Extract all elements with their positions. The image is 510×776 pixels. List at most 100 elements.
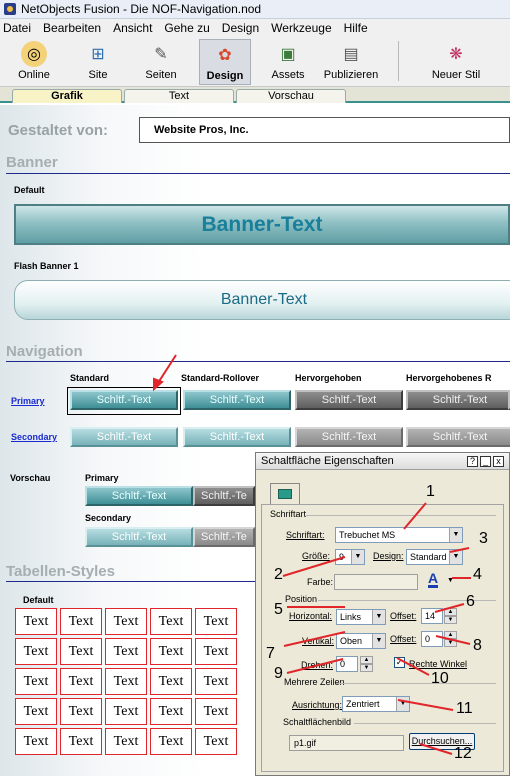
tab-vorschau[interactable]: Vorschau bbox=[236, 89, 346, 103]
table-cell: Text bbox=[150, 728, 192, 755]
design-button[interactable]: ✿ Design bbox=[199, 39, 251, 85]
rechte-winkel-label: Rechte Winkel bbox=[409, 659, 468, 669]
primary-highlight-button[interactable]: Schltf.-Text bbox=[295, 390, 403, 410]
alignment-select[interactable]: Zentriert ▼ bbox=[342, 696, 410, 712]
table-cell: Text bbox=[15, 638, 57, 665]
annotation-number: 11 bbox=[456, 700, 473, 717]
help-button[interactable]: ? bbox=[467, 456, 478, 467]
site-icon: ⊞ bbox=[91, 46, 105, 63]
image-path-field[interactable]: p1.gif bbox=[289, 735, 404, 751]
table-cell: Text bbox=[195, 698, 237, 725]
close-button[interactable]: x bbox=[493, 456, 504, 467]
site-button[interactable]: ⊞ Site bbox=[72, 39, 124, 85]
offset-v-label: Offset: bbox=[390, 634, 417, 644]
menu-bar: Datei Bearbeiten Ansicht Gehe zu Design … bbox=[0, 19, 510, 37]
preview-secondary-button[interactable]: Schltf.-Text bbox=[85, 527, 193, 547]
group-divider bbox=[336, 683, 496, 684]
offset-h-label: Offset: bbox=[390, 611, 417, 621]
primary-link[interactable]: Primary bbox=[11, 396, 45, 406]
secondary-highlight-rollover-button[interactable]: Schltf.-Text bbox=[406, 427, 510, 447]
offset-h-stepper[interactable]: ▲ ▼ bbox=[444, 608, 457, 624]
menu-datei[interactable]: Datei bbox=[3, 21, 31, 35]
menu-werkzeuge[interactable]: Werkzeuge bbox=[271, 21, 331, 35]
up-arrow-icon[interactable]: ▲ bbox=[360, 656, 373, 664]
tabellen-heading: Tabellen-Styles bbox=[6, 563, 115, 580]
menu-design[interactable]: Design bbox=[222, 21, 259, 35]
size-select[interactable]: 9 ▼ bbox=[335, 549, 365, 565]
offset-h-input[interactable]: 14 bbox=[421, 608, 443, 624]
button-tab-icon bbox=[278, 489, 292, 499]
rotate-input[interactable]: 0 bbox=[336, 656, 358, 672]
secondary-link[interactable]: Secondary bbox=[11, 432, 57, 442]
vertical-select[interactable]: Oben ▼ bbox=[336, 633, 386, 649]
up-arrow-icon[interactable]: ▲ bbox=[444, 608, 457, 616]
col-standard-rollover: Standard-Rollover bbox=[181, 373, 260, 383]
online-button[interactable]: ◎ Online bbox=[8, 39, 60, 85]
preview-primary-button[interactable]: Schltf.-Text bbox=[85, 486, 193, 506]
company-field[interactable]: Website Pros, Inc. bbox=[139, 117, 510, 143]
color-dropdown-icon[interactable]: ▼ bbox=[447, 577, 454, 584]
table-cell: Text bbox=[195, 668, 237, 695]
toolbar-separator bbox=[398, 41, 399, 81]
primary-standard-button[interactable]: Schltf.-Text bbox=[70, 390, 178, 410]
schaltflaechenbild-group-label: Schaltflächenbild bbox=[283, 717, 352, 727]
new-style-icon: ❋ bbox=[449, 46, 463, 63]
font-color-icon[interactable]: A bbox=[428, 571, 439, 588]
tab-text[interactable]: Text bbox=[124, 89, 234, 103]
chevron-down-icon: ▼ bbox=[449, 528, 462, 542]
color-field[interactable] bbox=[334, 574, 418, 590]
menu-hilfe[interactable]: Hilfe bbox=[344, 21, 368, 35]
secondary-standard-button[interactable]: Schltf.-Text bbox=[70, 427, 178, 447]
down-arrow-icon[interactable]: ▼ bbox=[360, 664, 373, 672]
view-tabs: Grafik Text Vorschau bbox=[0, 87, 510, 103]
menu-bearbeiten[interactable]: Bearbeiten bbox=[43, 21, 101, 35]
table-cell: Text bbox=[60, 668, 102, 695]
right-angle-checkbox[interactable]: ✓ bbox=[394, 657, 405, 668]
table-cell: Text bbox=[15, 698, 57, 725]
main-toolbar: ◎ Online ⊞ Site ✎ Seiten ✿ Design ▣ Asse… bbox=[0, 37, 510, 87]
schriftart-group-label: Schriftart bbox=[270, 509, 307, 519]
offset-v-input[interactable]: 0 bbox=[421, 631, 443, 647]
rotate-stepper[interactable]: ▲ ▼ bbox=[360, 656, 373, 672]
col-standard: Standard bbox=[70, 373, 110, 383]
table-cell: Text bbox=[105, 608, 147, 635]
tab-grafik[interactable]: Grafik bbox=[12, 89, 122, 103]
font-select[interactable]: Trebuchet MS ▼ bbox=[335, 527, 463, 543]
flash-banner[interactable]: Banner-Text bbox=[14, 280, 510, 320]
table-cell: Text bbox=[195, 728, 237, 755]
secondary-highlight-button[interactable]: Schltf.-Text bbox=[295, 427, 403, 447]
neuer-stil-button[interactable]: ❋ Neuer Stil bbox=[428, 39, 484, 85]
chevron-down-icon: ▼ bbox=[449, 550, 462, 564]
design-select[interactable]: Standard ▼ bbox=[406, 549, 463, 565]
table-cell: Text bbox=[150, 698, 192, 725]
menu-ansicht[interactable]: Ansicht bbox=[113, 21, 152, 35]
primary-highlight-rollover-button[interactable]: Schltf.-Text bbox=[406, 390, 510, 410]
minimize-button[interactable]: _ bbox=[480, 456, 491, 467]
up-arrow-icon[interactable]: ▲ bbox=[444, 631, 457, 639]
offset-v-stepper[interactable]: ▲ ▼ bbox=[444, 631, 457, 647]
down-arrow-icon[interactable]: ▼ bbox=[444, 639, 457, 647]
banner-default[interactable]: Banner-Text bbox=[14, 204, 510, 245]
vertikal-label: Vertikal: bbox=[302, 636, 335, 646]
properties-tab[interactable] bbox=[270, 483, 300, 505]
table-default-label: Default bbox=[23, 595, 54, 605]
annotation-number: 8 bbox=[473, 637, 482, 654]
farbe-label: Farbe: bbox=[307, 577, 334, 587]
seiten-button[interactable]: ✎ Seiten bbox=[135, 39, 187, 85]
position-group-label: Position bbox=[285, 594, 318, 604]
annotation-number: 3 bbox=[479, 530, 488, 547]
down-arrow-icon[interactable]: ▼ bbox=[444, 616, 457, 624]
publizieren-button[interactable]: ▤ Publizieren bbox=[322, 39, 380, 85]
secondary-rollover-button[interactable]: Schltf.-Text bbox=[183, 427, 291, 447]
primary-rollover-button[interactable]: Schltf.-Text bbox=[183, 390, 291, 410]
ausrichtung-label: Ausrichtung: bbox=[292, 700, 343, 710]
preview-secondary-button-2[interactable]: Schltf.-Te bbox=[193, 527, 255, 547]
horizontal-select[interactable]: Links ▼ bbox=[336, 609, 386, 625]
assets-button[interactable]: ▣ Assets bbox=[262, 39, 314, 85]
vorschau-label: Vorschau bbox=[10, 473, 51, 483]
table-cell: Text bbox=[195, 638, 237, 665]
preview-primary-button-2[interactable]: Schltf.-Te bbox=[193, 486, 255, 506]
menu-gehe-zu[interactable]: Gehe zu bbox=[164, 21, 209, 35]
gestaltet-label: Gestaltet von: bbox=[8, 122, 109, 139]
col-hervorgehoben: Hervorgehoben bbox=[295, 373, 362, 383]
